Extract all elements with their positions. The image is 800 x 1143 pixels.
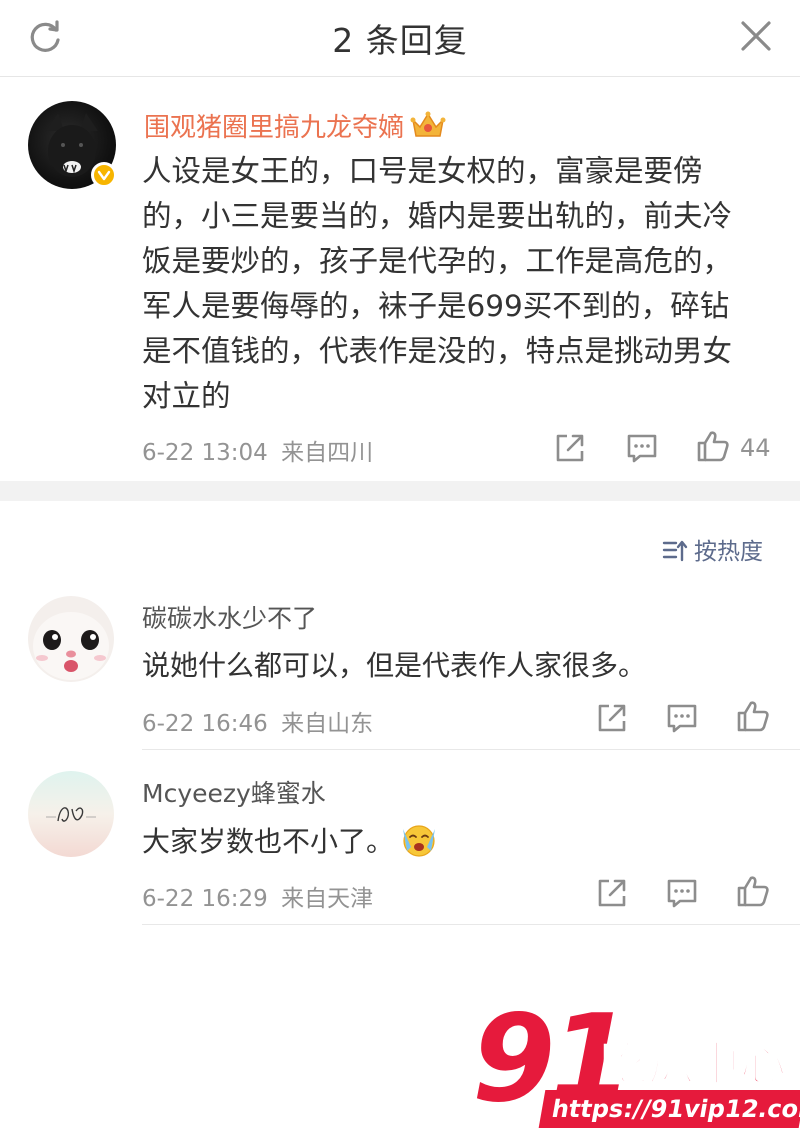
close-icon[interactable] (738, 18, 774, 54)
verified-badge-icon (91, 162, 117, 188)
watermark-text: 吃瓜中心 (601, 1036, 787, 1092)
comment-text-line: 是不值钱的，代表作是没的，特点是挑动男女 (142, 334, 733, 368)
comment-text-line: 的，小三是要当的，婚内是要出轨的，前夫冷 (142, 199, 733, 233)
comment-text-line: 饭是要炒的，孩子是代孕的，工作是高危的， (142, 244, 733, 278)
reply-item: Mcyeezy蜂蜜水 大家岁数也不小了。 6-22 16:29 来自天津 (0, 765, 800, 925)
page-title: 2 条回复 (332, 21, 468, 60)
comment-location: 来自四川 (281, 440, 374, 466)
reply-text-content: 大家岁数也不小了。 (142, 825, 395, 858)
comment-text-line: 对立的 (142, 379, 231, 413)
avatar[interactable] (28, 771, 114, 857)
crying-emoji-icon (403, 825, 436, 857)
like-count: 44 (740, 434, 771, 462)
sort-icon (662, 540, 688, 562)
reply-meta: 6-22 16:46 来自山东 (142, 704, 373, 738)
share-icon[interactable] (553, 431, 587, 465)
comment-text-line: 军人是要侮辱的，袜子是699买不到的，碎钻 (142, 289, 730, 323)
header-bar: 2 条回复 (0, 0, 800, 77)
crown-badge-icon (410, 111, 446, 137)
sort-label: 按热度 (694, 539, 763, 565)
like-icon[interactable] (736, 699, 770, 733)
share-icon[interactable] (595, 876, 629, 910)
like-icon[interactable] (736, 874, 770, 908)
reply-author[interactable]: 碳碳水水少不了 (142, 599, 317, 635)
watermark-logo: 91 吃瓜中心 https://91vip12.com (470, 1000, 800, 1143)
reply-author[interactable]: Mcyeezy蜂蜜水 (142, 774, 326, 810)
reply-text: 大家岁数也不小了。 (142, 820, 440, 860)
cat-avatar-image (28, 596, 114, 682)
reply-meta: 6-22 16:29 来自天津 (142, 879, 373, 913)
share-icon[interactable] (595, 701, 629, 735)
comment-icon[interactable] (665, 701, 699, 735)
comment-icon[interactable] (665, 876, 699, 910)
comment-author[interactable]: 围观猪圈里搞九龙夺嫡 (144, 107, 446, 144)
comment-icon[interactable] (625, 431, 659, 465)
main-comment: 围观猪圈里搞九龙夺嫡 人设是女王的，口号是女权的，富豪是要傍 的，小三是要当的，… (0, 77, 800, 481)
watermark-url: https://91vip12.com (538, 1090, 800, 1128)
comment-text-line: 人设是女王的，口号是女权的，富豪是要傍 (142, 154, 703, 188)
avatar[interactable] (28, 596, 114, 682)
reply-divider (142, 749, 800, 750)
reply-location: 来自山东 (281, 711, 374, 737)
reply-item: 碳碳水水少不了 说她什么都可以，但是代表作人家很多。 6-22 16:46 来自… (0, 590, 800, 750)
reply-divider (142, 924, 800, 925)
username-label: 围观猪圈里搞九龙夺嫡 (144, 113, 405, 143)
section-divider (0, 481, 800, 501)
reply-time: 6-22 16:29 (142, 886, 268, 912)
comment-text: 人设是女王的，口号是女权的，富豪是要傍 的，小三是要当的，婚内是要出轨的，前夫冷… (142, 149, 768, 419)
reply-time: 6-22 16:46 (142, 711, 268, 737)
logo-avatar-image (46, 807, 96, 822)
reply-location: 来自天津 (281, 886, 374, 912)
reply-text: 说她什么都可以，但是代表作人家很多。 (142, 649, 647, 682)
like-icon[interactable] (696, 429, 730, 463)
comment-meta: 6-22 13:04 来自四川 (142, 433, 373, 467)
sort-button[interactable]: 按热度 (662, 532, 763, 566)
comment-time: 6-22 13:04 (142, 440, 268, 466)
